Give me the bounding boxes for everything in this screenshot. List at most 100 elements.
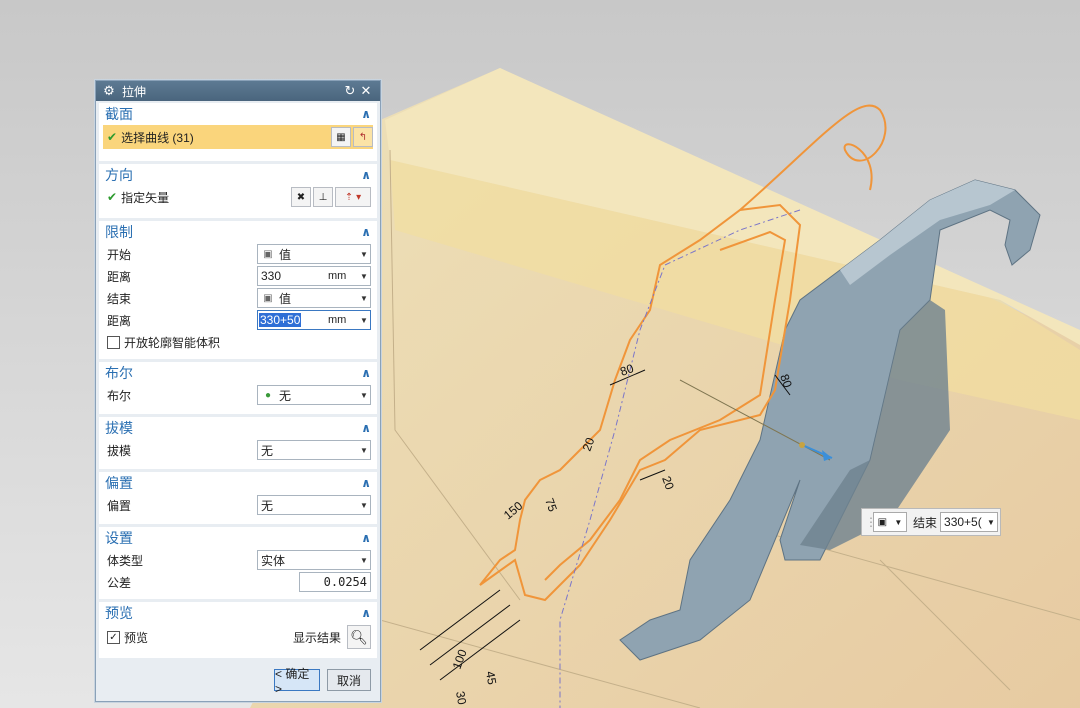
chevron-up-icon[interactable]: ∧ xyxy=(361,476,371,490)
offset-panel: 偏置 ∧ 偏置 无 ▼ xyxy=(99,472,377,524)
dropdown-arrow-icon: ▼ xyxy=(360,555,368,565)
chevron-up-icon[interactable]: ∧ xyxy=(361,421,371,435)
ok-button[interactable]: < 确定 > xyxy=(274,667,320,696)
open-profile-checkbox[interactable] xyxy=(107,335,120,349)
chevron-up-icon[interactable]: ∧ xyxy=(361,531,371,545)
dialog-footer: < 确定 > 取消 xyxy=(99,661,377,696)
preview-checkbox[interactable]: ✓ xyxy=(107,630,120,644)
draft-select[interactable]: 无 ▼ xyxy=(257,440,371,460)
section-header[interactable]: 截面 ∧ xyxy=(99,103,377,125)
settings-header[interactable]: 设置 ∧ xyxy=(99,527,377,549)
limits-panel: 限制 ∧ 开始 ▣ 值 ▼ 距离 330 mm ▼ 结束 ▣ 值 ▼ 距离 33… xyxy=(99,221,377,359)
body-type-value: 实体 xyxy=(261,553,286,568)
dimension-45: 45 xyxy=(483,670,499,686)
vector-row: ✔ 指定矢量 ✖ ⊥ ⇡ ▾ xyxy=(99,186,377,208)
vector-origin-handle[interactable] xyxy=(799,442,805,448)
cancel-button[interactable]: 取消 xyxy=(327,669,371,691)
limits-header[interactable]: 限制 ∧ xyxy=(99,221,377,243)
gripper-icon[interactable]: ⋮ xyxy=(865,515,877,529)
dialog-title: 拉伸 xyxy=(122,84,147,99)
body-type-select[interactable]: 实体 ▼ xyxy=(257,550,371,570)
preview-title: 预览 xyxy=(105,605,133,621)
gear-icon[interactable]: ⚙ xyxy=(102,83,116,99)
dialog-titlebar: ⚙ 拉伸 ↻ ✕ xyxy=(96,81,380,101)
boolean-header[interactable]: 布尔 ∧ xyxy=(99,362,377,384)
offset-header[interactable]: 偏置 ∧ xyxy=(99,472,377,494)
start-type-select[interactable]: ▣ 值 ▼ xyxy=(257,244,371,264)
show-result-label: 显示结果 xyxy=(292,630,341,645)
end-type-value: 值 xyxy=(279,291,292,306)
cube-icon: ▣ xyxy=(263,292,273,304)
distance2-input[interactable]: 330+50 mm ▼ xyxy=(257,310,371,330)
distance2-unit: mm xyxy=(328,314,347,326)
draft-title: 拔模 xyxy=(105,420,133,436)
dropdown-arrow-icon: ▼ xyxy=(360,445,368,455)
cube-icon: ▣ xyxy=(263,248,273,260)
dropdown-arrow-icon: ▼ xyxy=(894,517,903,527)
sketch-section-icon[interactable]: ▦ xyxy=(331,127,351,147)
settings-title: 设置 xyxy=(105,530,133,546)
section-title: 截面 xyxy=(105,106,133,122)
offset-value: 无 xyxy=(261,498,274,513)
draft-row: 拔模 无 ▼ xyxy=(99,439,377,461)
check-icon: ✔ xyxy=(107,130,118,144)
chevron-up-icon[interactable]: ∧ xyxy=(361,168,371,182)
vector-label: 指定矢量 xyxy=(121,190,170,205)
extrude-dialog: ⚙ 拉伸 ↻ ✕ 截面 ∧ ✔ 选择曲线 (31) ▦ ↰ 方向 ∧ ✔ 指定矢… xyxy=(95,80,381,702)
curve-icon[interactable]: ↰ xyxy=(353,127,373,147)
section-panel: 截面 ∧ ✔ 选择曲线 (31) ▦ ↰ xyxy=(99,103,377,161)
distance1-input[interactable]: 330 mm ▼ xyxy=(257,266,371,286)
start-row: 开始 ▣ 值 ▼ xyxy=(99,243,377,265)
chevron-up-icon[interactable]: ∧ xyxy=(361,606,371,620)
chevron-up-icon[interactable]: ∧ xyxy=(361,366,371,380)
offset-select[interactable]: 无 ▼ xyxy=(257,495,371,515)
open-profile-row: 开放轮廓智能体积 xyxy=(99,331,377,353)
body-type-row: 体类型 实体 ▼ xyxy=(99,549,377,571)
boolean-value: 无 xyxy=(279,388,292,403)
reset-icon[interactable]: ↻ xyxy=(342,83,358,99)
dialog-body: 截面 ∧ ✔ 选择曲线 (31) ▦ ↰ 方向 ∧ ✔ 指定矢量 ✖ ⊥ ⇡ ▾ xyxy=(96,101,380,701)
mini-end-label: 结束 xyxy=(913,515,938,530)
dropdown-arrow-icon: ▼ xyxy=(360,390,368,400)
vector-type-dropdown[interactable]: ⇡ ▾ xyxy=(335,187,371,207)
preview-row: ✓ 预览 显示结果 🔍︎ xyxy=(99,624,377,650)
select-curve-label: 选择曲线 (31) xyxy=(121,130,194,145)
preview-header[interactable]: 预览 ∧ xyxy=(99,602,377,624)
reverse-direction-icon[interactable]: ✖ xyxy=(291,187,311,207)
distance1-unit: mm xyxy=(328,270,347,282)
dropdown-arrow-icon: ▼ xyxy=(360,500,368,510)
distance1-value: 330 xyxy=(261,269,282,283)
offset-title: 偏置 xyxy=(105,475,133,491)
mini-value-type-combo[interactable]: ▣ ▼ xyxy=(873,512,907,532)
tolerance-input[interactable]: 0.0254 xyxy=(299,572,371,592)
direction-header[interactable]: 方向 ∧ xyxy=(99,164,377,186)
boolean-row: 布尔 ● 无 ▼ xyxy=(99,384,377,406)
dropdown-arrow-icon: ▼ xyxy=(987,517,995,527)
show-result-button[interactable]: 🔍︎ xyxy=(347,625,371,649)
dropdown-arrow-icon: ▼ xyxy=(360,249,368,259)
preview-panel: 预览 ∧ ✓ 预览 显示结果 🔍︎ xyxy=(99,602,377,658)
mini-end-value: 330+5( xyxy=(944,515,982,529)
vector-dialog-icon[interactable]: ⊥ xyxy=(313,187,333,207)
distance2-row: 距离 330+50 mm ▼ xyxy=(99,309,377,331)
dimension-30: 30 xyxy=(453,690,469,706)
dropdown-arrow-icon: ▼ xyxy=(360,271,368,281)
end-type-select[interactable]: ▣ 值 ▼ xyxy=(257,288,371,308)
settings-panel: 设置 ∧ 体类型 实体 ▼ 公差 0.0254 xyxy=(99,527,377,599)
select-curve-row[interactable]: ✔ 选择曲线 (31) ▦ ↰ xyxy=(103,125,373,149)
offset-row: 偏置 无 ▼ xyxy=(99,494,377,516)
chevron-up-icon[interactable]: ∧ xyxy=(361,107,371,121)
check-icon: ✔ xyxy=(107,190,118,204)
direction-title: 方向 xyxy=(105,167,133,183)
dropdown-arrow-icon: ▼ xyxy=(360,315,368,325)
preview-label: 预览 xyxy=(124,630,149,645)
close-icon[interactable]: ✕ xyxy=(358,83,374,99)
mini-end-value-input[interactable]: 330+5( ▼ xyxy=(940,512,999,532)
end-value-mini-toolbar: ⋮ ▣ ▼ 结束 330+5( ▼ xyxy=(861,508,1001,536)
draft-header[interactable]: 拔模 ∧ xyxy=(99,417,377,439)
distance2-value: 330+50 xyxy=(259,313,302,327)
chevron-up-icon[interactable]: ∧ xyxy=(361,225,371,239)
boolean-title: 布尔 xyxy=(105,365,133,381)
boolean-select[interactable]: ● 无 ▼ xyxy=(257,385,371,405)
cube-icon: ▣ xyxy=(877,516,888,528)
